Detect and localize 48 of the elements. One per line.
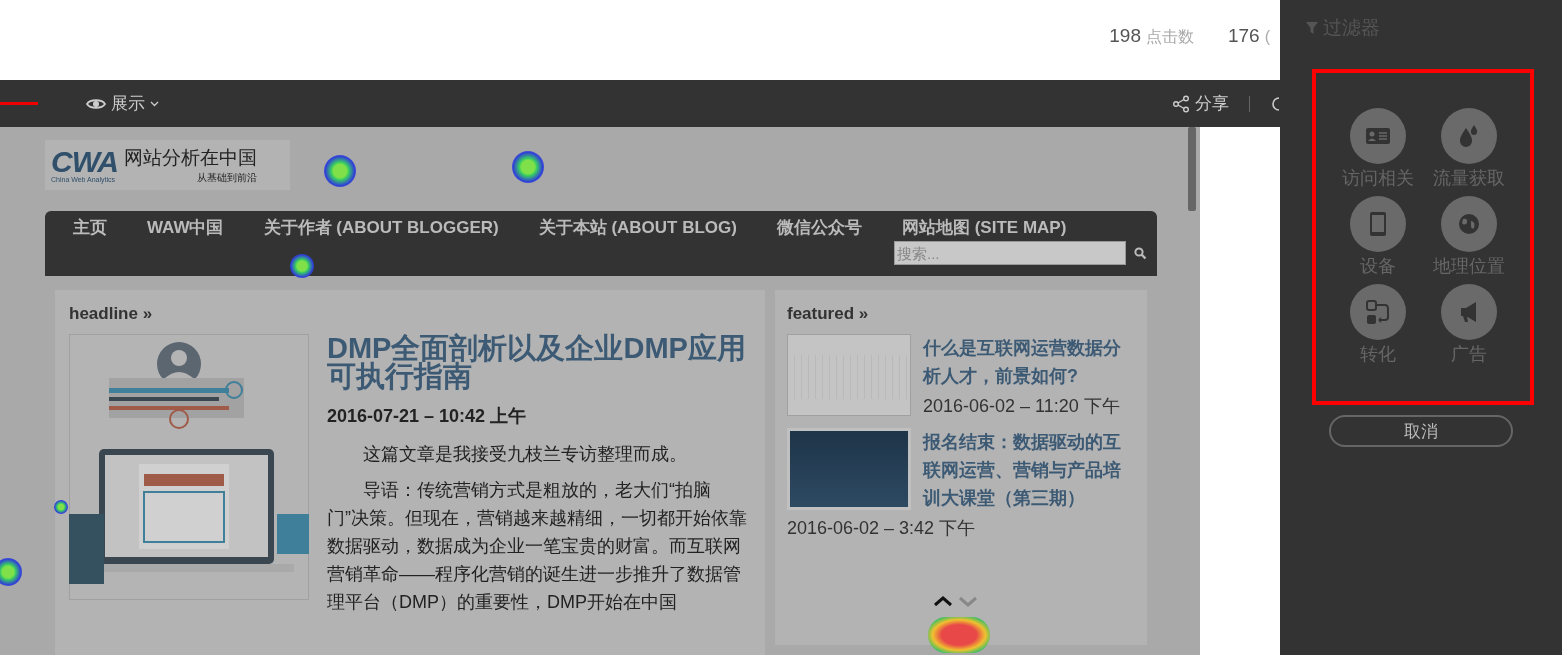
conversion-icon: [1349, 284, 1406, 340]
article-date: 2016-07-21 – 10:42 上午: [327, 405, 528, 428]
active-indicator: [0, 102, 38, 105]
search-field[interactable]: 搜索...: [894, 241, 1126, 265]
id-card-icon: [1349, 108, 1406, 164]
chevron-down-icon: [150, 100, 159, 107]
logo-tagline: 从基础到前沿: [197, 171, 257, 185]
stat-label: 点击数: [1145, 27, 1194, 47]
megaphone-icon: [1440, 284, 1497, 340]
nav-link[interactable]: 关于作者 (ABOUT BLOGGER): [263, 216, 499, 239]
stat-value: 198: [1109, 25, 1141, 47]
heatmap-spot: [324, 155, 356, 187]
tablet-icon: [1349, 196, 1406, 252]
article-title-link[interactable]: DMP全面剖析以及企业DMP应用可执行指南: [327, 334, 751, 390]
share-button[interactable]: 分享: [1172, 90, 1229, 117]
scrollbar-thumb[interactable]: [1188, 127, 1196, 211]
eye-icon: [86, 96, 106, 111]
nav-link[interactable]: 关于本站 (ABOUT BLOG): [538, 216, 737, 239]
nav-link[interactable]: 主页: [73, 216, 107, 239]
heatmap-spot: [54, 500, 68, 514]
chevron-up-icon[interactable]: [933, 596, 953, 607]
post-title-link[interactable]: 什么是互联网运营数据分析人才，前景如何?: [923, 334, 1135, 390]
stat-label: (: [1264, 28, 1270, 46]
thumbnail-image[interactable]: [787, 334, 911, 416]
logo-mark: CWA: [51, 147, 118, 176]
water-drops-icon: [1440, 108, 1497, 164]
nav-link[interactable]: 微信公众号: [777, 216, 862, 239]
post-date: 2016-06-02 – 3:42 下午: [787, 517, 977, 540]
thumbnail-image[interactable]: [787, 428, 911, 510]
display-menu-button[interactable]: 展示: [86, 90, 159, 117]
heatmap-spot: [512, 151, 544, 183]
article-paragraph: 导语：传统营销方式是粗放的，老大们“拍脑门”决策。但现在，营销越来越精细，一切都开始依靠数据驱动，数据成为企业一笔宝贵的财富。而互联网营销革命——程序化营销的诞生进一步推升了数据管理平台（DMP）的重要性，DMP开始在中国: [327, 479, 748, 614]
logo-title: 网站分析在中国: [124, 146, 257, 170]
post-title-link[interactable]: 报名结束：数据驱动的互联网运营、营销与产品培训大课堂（第三期）: [923, 428, 1135, 512]
heatmap-hotspot: [928, 617, 990, 653]
post-date: 2016-06-02 – 11:20 下午: [923, 395, 1121, 418]
article-paragraph: 这篇文章是我接受九枝兰专访整理而成。: [362, 443, 688, 466]
cancel-button[interactable]: 取消: [1329, 415, 1513, 447]
search-icon[interactable]: [1134, 246, 1147, 260]
heatmap-spot: [0, 558, 22, 586]
share-icon: [1172, 94, 1190, 113]
nav-link[interactable]: 网站地图 (SITE MAP): [902, 216, 1067, 239]
nav-link[interactable]: WAW中国: [147, 216, 224, 239]
section-heading[interactable]: headline »: [69, 304, 751, 324]
globe-icon: [1440, 196, 1497, 252]
filter-icon: [1305, 21, 1319, 35]
section-heading[interactable]: featured »: [787, 304, 1135, 324]
stat-value: 176: [1227, 25, 1260, 47]
